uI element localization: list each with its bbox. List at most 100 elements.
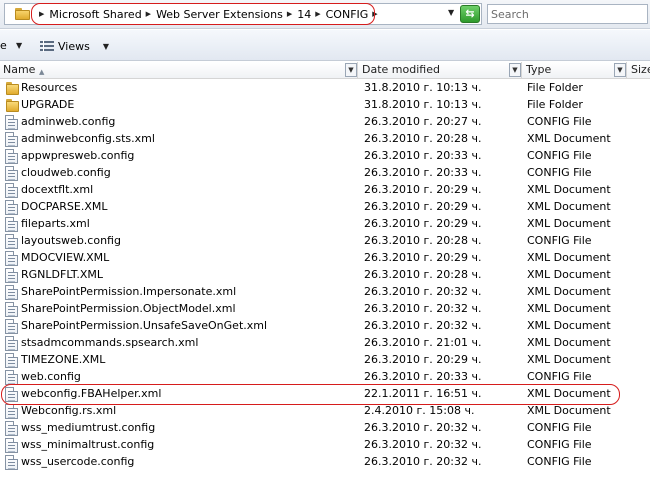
file-date-modified: 26.3.2010 г. 20:32 ч. — [364, 421, 482, 434]
file-name: wss_mediumtrust.config — [21, 421, 156, 434]
file-icon — [5, 285, 18, 300]
file-row[interactable]: UPGRADE 31.8.2010 г. 10:13 ч. File Folder — [0, 97, 650, 114]
file-row[interactable]: layoutsweb.config 26.3.2010 г. 20:28 ч. CO… — [0, 233, 650, 250]
file-icon — [5, 336, 18, 351]
column-header-name[interactable]: Name ▲ — [0, 62, 358, 79]
column-header-date-label: Date modified — [362, 63, 440, 76]
file-row[interactable]: adminwebconfig.sts.xml 26.3.2010 г. 20:28… — [0, 131, 650, 148]
file-row[interactable]: SharePointPermission.UnsafeSaveOnGet.xml… — [0, 318, 650, 335]
file-date-modified: 26.3.2010 г. 20:33 ч. — [364, 370, 482, 383]
file-row[interactable]: appwpresweb.config 26.3.2010 г. 20:33 ч. C… — [0, 148, 650, 165]
file-type: XML Document — [527, 353, 611, 366]
chevron-down-icon[interactable]: ▼ — [16, 41, 22, 50]
file-name: appwpresweb.config — [21, 149, 135, 162]
file-type: XML Document — [527, 183, 611, 196]
file-type: CONFIG File — [527, 370, 592, 383]
organize-button-partial[interactable]: e — [0, 39, 7, 52]
file-row[interactable]: stsadmcommands.spsearch.xml 26.3.2010 г. … — [0, 335, 650, 352]
file-type: File Folder — [527, 98, 583, 111]
address-history-dropdown-icon[interactable]: ▼ — [448, 8, 454, 17]
file-name: fileparts.xml — [21, 217, 90, 230]
views-button[interactable]: Views ▼ — [40, 36, 109, 56]
file-type: XML Document — [527, 302, 611, 315]
column-header-name-label: Name — [3, 63, 36, 76]
file-icon — [5, 438, 18, 453]
column-header-type[interactable]: Type — [523, 62, 627, 79]
file-row[interactable]: MDOCVIEW.XML 26.3.2010 г. 20:29 ч. XML Doc… — [0, 250, 650, 267]
file-row[interactable]: Resources 31.8.2010 г. 10:13 ч. File Folde… — [0, 80, 650, 97]
file-icon — [5, 183, 18, 198]
column-header-type-label: Type — [526, 63, 552, 76]
file-type: CONFIG File — [527, 166, 592, 179]
file-row[interactable]: SharePointPermission.ObjectModel.xml 26.3… — [0, 301, 650, 318]
file-date-modified: 26.3.2010 г. 20:29 ч. — [364, 251, 482, 264]
file-type: XML Document — [527, 200, 611, 213]
file-row[interactable]: cloudweb.config 26.3.2010 г. 20:33 ч. CONF… — [0, 165, 650, 182]
file-date-modified: 26.3.2010 г. 20:32 ч. — [364, 285, 482, 298]
file-row[interactable]: docextflt.xml 26.3.2010 г. 20:29 ч. XML Do… — [0, 182, 650, 199]
file-name: TIMEZONE.XML — [21, 353, 106, 366]
file-row[interactable]: TIMEZONE.XML 26.3.2010 г. 20:29 ч. XML Doc… — [0, 352, 650, 369]
file-name: web.config — [21, 370, 81, 383]
column-header-row: Name ▲ ▼ Date modified ▼ Type ▼ Size — [0, 62, 650, 79]
file-name: DOCPARSE.XML — [21, 200, 108, 213]
file-icon — [5, 251, 18, 266]
file-icon — [5, 268, 18, 283]
file-date-modified: 26.3.2010 г. 20:29 ч. — [364, 183, 482, 196]
column-header-size[interactable]: Size — [628, 62, 650, 79]
folder-icon — [5, 98, 19, 113]
file-date-modified: 26.3.2010 г. 20:32 ч. — [364, 455, 482, 468]
file-type: XML Document — [527, 132, 611, 145]
file-row[interactable]: DOCPARSE.XML 26.3.2010 г. 20:29 ч. XML Doc… — [0, 199, 650, 216]
file-icon — [5, 421, 18, 436]
file-date-modified: 26.3.2010 г. 21:01 ч. — [364, 336, 482, 349]
command-bar: e ▼ Views ▼ — [0, 30, 650, 61]
file-row[interactable]: SharePointPermission.Impersonate.xml 26.3… — [0, 284, 650, 301]
file-row[interactable]: adminweb.config 26.3.2010 г. 20:27 ч. CONF… — [0, 114, 650, 131]
file-icon — [5, 353, 18, 368]
file-name: MDOCVIEW.XML — [21, 251, 110, 264]
file-icon — [5, 217, 18, 232]
file-row[interactable]: fileparts.xml 26.3.2010 г. 20:29 ч. XML Do… — [0, 216, 650, 233]
file-row[interactable]: RGNLDFLT.XML 26.3.2010 г. 20:28 ч. XML Doc… — [0, 267, 650, 284]
file-name: RGNLDFLT.XML — [21, 268, 104, 281]
file-type: XML Document — [527, 217, 611, 230]
column-type-filter-dropdown[interactable]: ▼ — [614, 63, 626, 77]
file-row[interactable]: Webconfig.rs.xml 2.4.2010 г. 15:08 ч. XML … — [0, 403, 650, 420]
file-icon — [5, 234, 18, 249]
file-icon — [5, 404, 18, 419]
column-header-date-modified[interactable]: Date modified — [359, 62, 522, 79]
file-name: adminwebconfig.sts.xml — [21, 132, 155, 145]
file-name: UPGRADE — [21, 98, 75, 111]
file-icon — [5, 132, 18, 147]
file-date-modified: 26.3.2010 г. 20:29 ч. — [364, 200, 482, 213]
file-type: XML Document — [527, 285, 611, 298]
refresh-button[interactable]: ⇆ — [460, 5, 480, 23]
folder-icon — [5, 81, 19, 96]
address-annotation-highlight — [31, 3, 375, 25]
file-date-modified: 26.3.2010 г. 20:32 ч. — [364, 319, 482, 332]
file-date-modified: 26.3.2010 г. 20:32 ч. — [364, 438, 482, 451]
file-type: CONFIG File — [527, 438, 592, 451]
file-icon — [5, 115, 18, 130]
file-date-modified: 26.3.2010 г. 20:33 ч. — [364, 149, 482, 162]
file-row[interactable]: wss_minimaltrust.config 26.3.2010 г. 20:3… — [0, 437, 650, 454]
file-name: stsadmcommands.spsearch.xml — [21, 336, 199, 349]
file-row[interactable]: wss_usercode.config 26.3.2010 г. 20:32 ч.… — [0, 454, 650, 471]
file-date-modified: 31.8.2010 г. 10:13 ч. — [364, 81, 482, 94]
file-name: Resources — [21, 81, 78, 94]
file-row[interactable]: wss_mediumtrust.config 26.3.2010 г. 20:32… — [0, 420, 650, 437]
sort-ascending-icon: ▲ — [39, 68, 45, 76]
file-type: CONFIG File — [527, 234, 592, 247]
file-type: XML Document — [527, 319, 611, 332]
column-date-filter-dropdown[interactable]: ▼ — [509, 63, 521, 77]
row-annotation-highlight — [1, 384, 620, 405]
chevron-down-icon: ▼ — [102, 41, 109, 51]
file-date-modified: 26.3.2010 г. 20:29 ч. — [364, 217, 482, 230]
views-label: Views — [58, 39, 90, 53]
column-name-filter-dropdown[interactable]: ▼ — [345, 63, 357, 77]
file-type: File Folder — [527, 81, 583, 94]
file-name: wss_usercode.config — [21, 455, 135, 468]
file-date-modified: 26.3.2010 г. 20:28 ч. — [364, 268, 482, 281]
search-input[interactable] — [487, 4, 648, 24]
